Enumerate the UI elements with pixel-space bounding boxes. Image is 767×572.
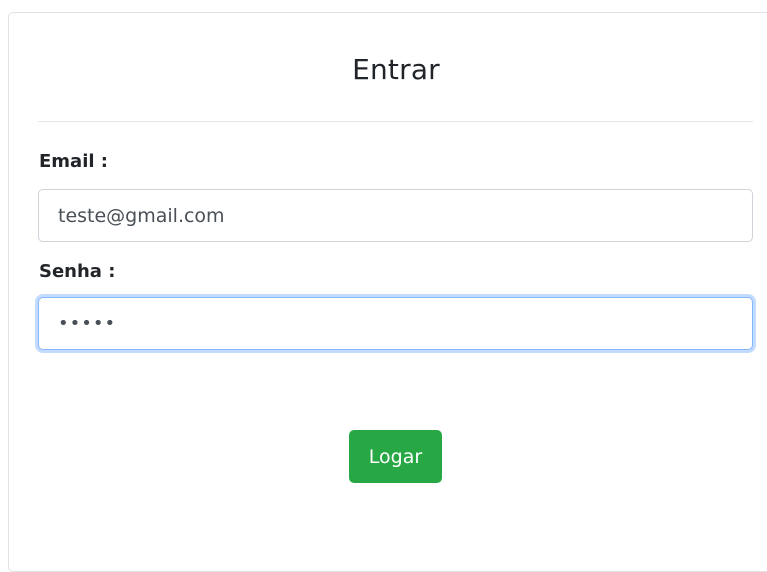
title-divider — [38, 121, 753, 122]
email-label: Email : — [39, 151, 109, 172]
login-card: Entrar Email : Senha : Logar — [8, 12, 767, 572]
password-field[interactable] — [38, 297, 753, 350]
page-title: Entrar — [352, 53, 440, 86]
email-field[interactable] — [38, 189, 753, 242]
login-button[interactable]: Logar — [349, 430, 442, 483]
password-label: Senha : — [39, 261, 116, 282]
